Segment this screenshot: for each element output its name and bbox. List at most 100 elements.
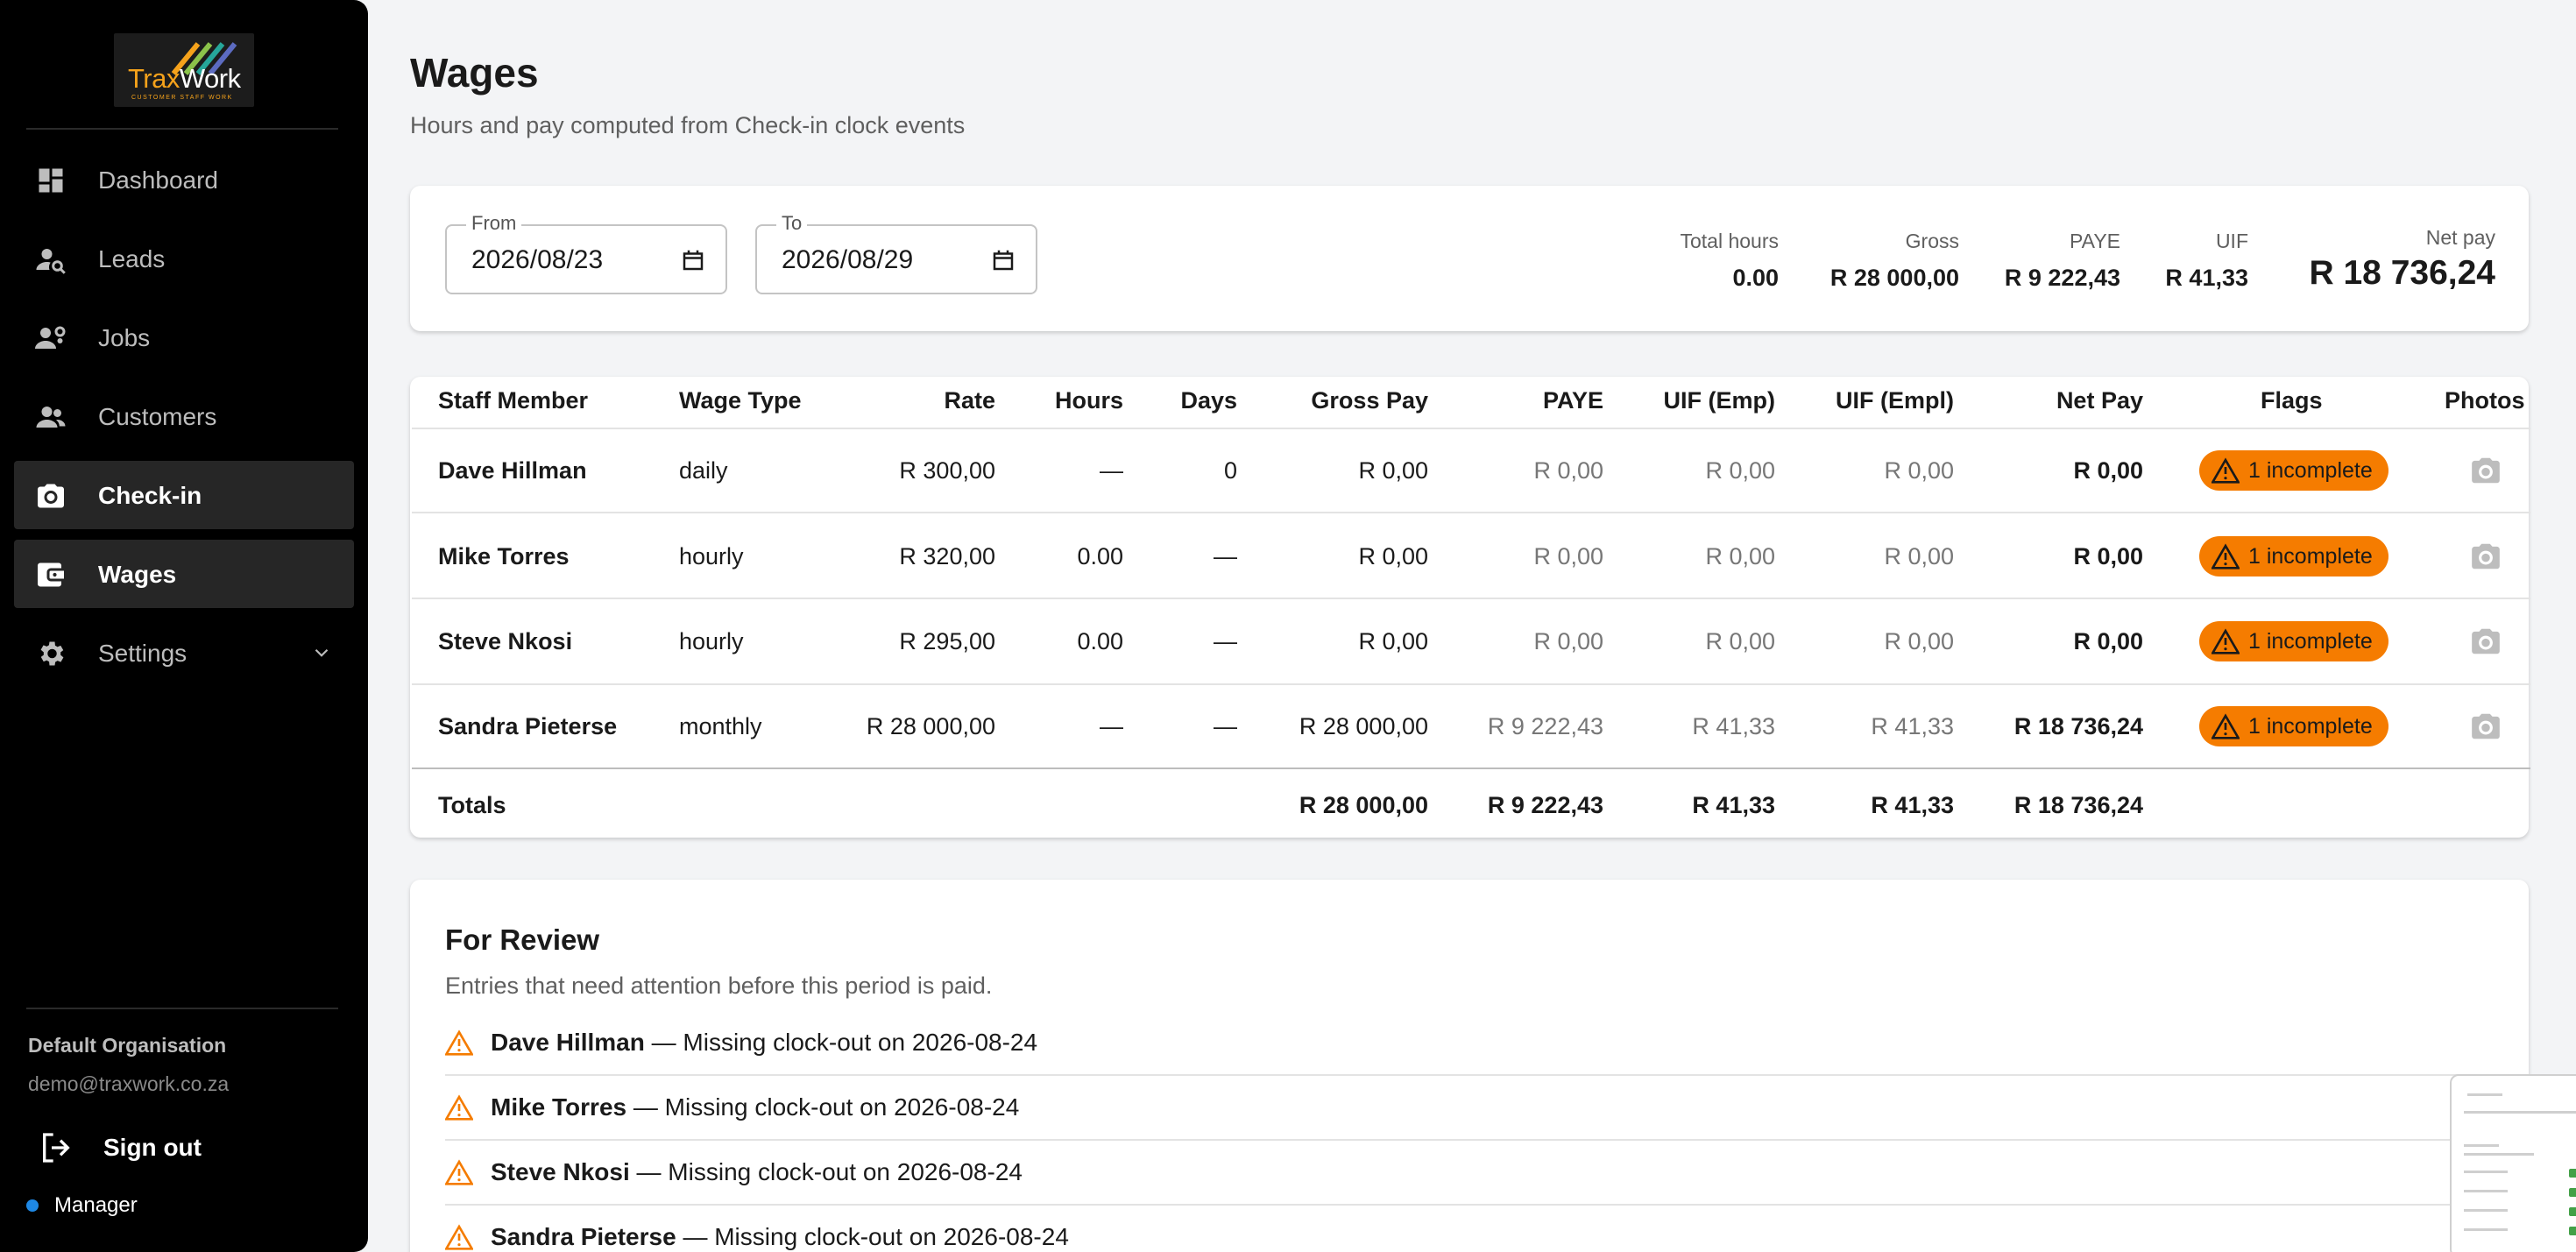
total-net-pay: R 18 736,24 <box>2013 792 2143 818</box>
wage-type: hourly <box>679 628 744 654</box>
sidebar-item-label: Customers <box>98 403 217 430</box>
uif-value: R 41,33 <box>2165 265 2248 291</box>
uif-label: UIF <box>2215 230 2248 252</box>
people-icon <box>36 407 66 428</box>
row-divider <box>412 598 2530 599</box>
paye: R 0,00 <box>1533 628 1603 654</box>
warning-icon <box>2212 628 2240 654</box>
sign-out-button[interactable]: Sign out <box>39 1127 202 1169</box>
net-pay: R 18 736,24 <box>2013 713 2143 739</box>
to-date-value: 2026/08/29 <box>782 245 914 274</box>
warning-icon <box>445 1029 473 1056</box>
sidebar-item-dashboard[interactable]: Dashboard <box>14 145 354 214</box>
flag-label: 1 incomplete <box>2248 543 2373 569</box>
logout-icon <box>43 1133 70 1163</box>
column-header[interactable]: PAYE <box>1446 387 1603 414</box>
uif-empl: R 0,00 <box>1884 457 1954 484</box>
totals-divider <box>412 767 2530 769</box>
review-item[interactable]: Steve Nkosi — Missing clock-out on 2026-… <box>445 1155 1023 1190</box>
review-item[interactable]: Mike Torres — Missing clock-out on 2026-… <box>445 1090 1019 1125</box>
rate: R 295,00 <box>899 628 995 654</box>
column-header[interactable]: Staff Member <box>438 387 588 414</box>
review-staff-name: Dave Hillman <box>491 1029 645 1056</box>
flag-label: 1 incomplete <box>2248 628 2373 654</box>
wage-type: hourly <box>679 543 744 569</box>
days: — <box>1214 543 1237 569</box>
camera-icon[interactable] <box>2469 454 2502 487</box>
camera-icon[interactable] <box>2469 540 2502 573</box>
staff-name: Mike Torres <box>438 543 570 569</box>
wallet-icon <box>38 562 64 587</box>
thumbnail-line <box>2464 1153 2534 1156</box>
column-header[interactable]: UIF (Emp) <box>1621 387 1776 414</box>
calendar-icon[interactable] <box>680 247 706 273</box>
sidebar-item-wages[interactable]: Wages <box>14 540 354 608</box>
to-date-field[interactable]: To 2026/08/29 <box>755 212 1037 294</box>
flag-label: 1 incomplete <box>2248 713 2373 739</box>
role-label: Manager <box>54 1193 138 1217</box>
thumbnail-line <box>2467 1093 2502 1096</box>
column-header[interactable]: Photos <box>2445 387 2525 414</box>
sidebar-item-check-in[interactable]: Check-in <box>14 461 354 529</box>
staff-name: Steve Nkosi <box>438 628 573 654</box>
dashboard-icon <box>39 168 63 193</box>
gross-pay: R 0,00 <box>1358 543 1428 569</box>
review-message: — Missing clock-out on 2026-08-24 <box>651 1029 1038 1056</box>
uif-empl: R 0,00 <box>1884 628 1954 654</box>
column-header[interactable]: Net Pay <box>1971 387 2143 414</box>
column-header[interactable]: Days <box>1139 387 1237 414</box>
gross-pay: R 0,00 <box>1358 457 1428 484</box>
paye: R 0,00 <box>1533 543 1603 569</box>
uif-emp: R 41,33 <box>1692 713 1775 739</box>
incomplete-flag-badge[interactable]: 1 incomplete <box>2199 706 2388 746</box>
review-message: — Missing clock-out on 2026-08-24 <box>683 1223 1069 1250</box>
camera-icon[interactable] <box>2469 710 2502 743</box>
review-subtitle: Entries that need attention before this … <box>445 973 993 999</box>
sidebar-item-label: Settings <box>98 640 188 667</box>
incomplete-flag-badge[interactable]: 1 incomplete <box>2199 450 2388 491</box>
total-gross-pay: R 28 000,00 <box>1299 792 1428 818</box>
thumbnail-badge <box>2569 1188 2576 1197</box>
review-staff-name: Steve Nkosi <box>491 1158 630 1185</box>
calendar-icon[interactable] <box>990 247 1016 273</box>
logo-wordmark: TraxWork <box>128 63 241 94</box>
thumbnail-badge <box>2569 1207 2576 1216</box>
column-header[interactable]: Hours <box>1008 387 1123 414</box>
traxwork-logo[interactable]: TraxWork CUSTOMER STAFF WORK <box>114 33 254 107</box>
column-header[interactable]: Wage Type <box>679 387 802 414</box>
review-item[interactable]: Dave Hillman — Missing clock-out on 2026… <box>445 1025 1037 1060</box>
thumbnail-line <box>2464 1144 2499 1147</box>
camera-icon[interactable] <box>2469 625 2502 658</box>
column-header[interactable]: Flags <box>2261 387 2323 414</box>
sidebar-item-label: Wages <box>98 561 177 588</box>
from-date-field[interactable]: From 2026/08/23 <box>445 212 727 294</box>
user-email: demo@traxwork.co.za <box>28 1072 230 1095</box>
incomplete-flag-badge[interactable]: 1 incomplete <box>2199 621 2388 661</box>
summary-card <box>410 186 2529 331</box>
total-hours-label: Total hours <box>1680 230 1779 252</box>
gross-value: R 28 000,00 <box>1829 265 1959 291</box>
sidebar-item-jobs[interactable]: Jobs <box>14 303 354 371</box>
column-header[interactable]: UIF (Empl) <box>1787 387 1954 414</box>
sidebar-item-label: Leads <box>98 245 166 272</box>
hours: — <box>1100 713 1123 739</box>
net-pay: R 0,00 <box>2073 543 2143 569</box>
staff-name: Dave Hillman <box>438 457 587 484</box>
total-uif-emp: R 41,33 <box>1692 792 1775 818</box>
chevron-down-icon[interactable] <box>310 641 333 664</box>
review-divider <box>445 1204 2530 1206</box>
column-header[interactable]: Rate <box>824 387 995 414</box>
review-divider <box>445 1074 2530 1076</box>
warning-icon <box>2212 713 2240 739</box>
column-header[interactable]: Gross Pay <box>1244 387 1428 414</box>
incomplete-flag-badge[interactable]: 1 incomplete <box>2199 536 2388 576</box>
sidebar-item-settings[interactable]: Settings <box>14 619 354 687</box>
screenshot-preview-thumbnail[interactable] <box>2450 1074 2576 1252</box>
sidebar-divider <box>26 1008 338 1009</box>
review-item[interactable]: Sandra Pieterse — Missing clock-out on 2… <box>445 1220 1069 1252</box>
gross-pay: R 28 000,00 <box>1299 713 1428 739</box>
sidebar-item-customers[interactable]: Customers <box>14 382 354 450</box>
rate: R 320,00 <box>899 543 995 569</box>
person-search-icon <box>36 249 66 274</box>
sidebar-item-leads[interactable]: Leads <box>14 224 354 293</box>
